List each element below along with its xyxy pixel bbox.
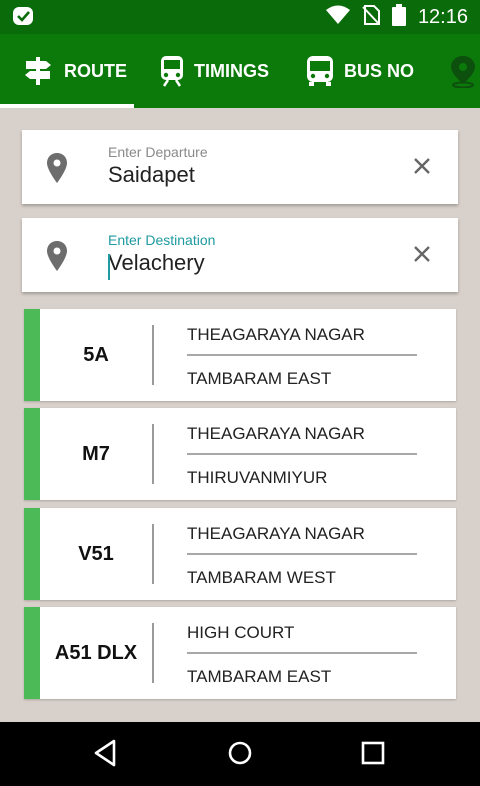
clear-destination-icon[interactable] [412, 244, 432, 269]
back-icon[interactable] [92, 738, 118, 773]
text-cursor [108, 254, 110, 280]
departure-label: Enter Departure [108, 144, 208, 160]
location-pin-icon [46, 152, 68, 189]
route-destination: THIRUVANMIYUR [187, 468, 328, 487]
no-sim-icon [362, 4, 380, 30]
route-separator [187, 453, 417, 455]
route-card[interactable]: A51 DLX HIGH COURT TAMBARAM EAST [24, 607, 456, 699]
signpost-icon [22, 55, 54, 87]
status-time: 12:16 [417, 5, 468, 28]
route-divider [152, 623, 154, 683]
tab-map[interactable] [448, 34, 478, 108]
tab-timings[interactable]: TIMINGS [160, 34, 269, 108]
wifi-icon [325, 5, 350, 30]
tab-route-label: ROUTE [64, 60, 127, 81]
tab-bar: ROUTE TIMINGS BUS NO [0, 34, 480, 108]
recents-icon[interactable] [360, 738, 386, 773]
destination-label: Enter Destination [108, 232, 216, 248]
route-number: M7 [82, 442, 110, 465]
destination-field[interactable]: Enter Destination Velachery [22, 218, 458, 292]
route-destination: TAMBARAM EAST [187, 667, 332, 686]
tab-bus-no[interactable]: BUS NO [306, 34, 414, 108]
route-card[interactable]: V51 THEAGARAYA NAGAR TAMBARAM WEST [24, 508, 456, 600]
battery-icon [391, 3, 406, 31]
route-separator [187, 354, 417, 356]
departure-field[interactable]: Enter Departure Saidapet [22, 130, 458, 204]
route-divider [152, 524, 154, 584]
route-separator [187, 652, 417, 654]
bus-icon [306, 55, 334, 87]
tab-bus-no-label: BUS NO [344, 60, 415, 81]
route-separator [187, 553, 417, 555]
departure-input[interactable]: Saidapet [108, 162, 195, 188]
train-icon [160, 55, 184, 87]
route-card[interactable]: 5A THEAGARAYA NAGAR TAMBARAM EAST [24, 309, 456, 401]
route-accent-bar [24, 309, 40, 401]
app-check-icon [12, 6, 36, 33]
route-origin: THEAGARAYA NAGAR [187, 524, 365, 543]
home-icon[interactable] [226, 738, 254, 773]
route-destination: TAMBARAM WEST [187, 568, 336, 587]
route-number: A51 DLX [54, 641, 138, 664]
route-number: 5A [83, 343, 109, 366]
route-accent-bar [24, 508, 40, 600]
tab-route[interactable]: ROUTE [22, 34, 127, 108]
route-accent-bar [24, 408, 40, 500]
route-search-content: Enter Departure Saidapet Enter Destinati… [0, 108, 480, 722]
route-origin: THEAGARAYA NAGAR [187, 424, 365, 443]
status-bar: 12:16 [0, 0, 480, 34]
route-origin: HIGH COURT [187, 623, 295, 642]
route-destination: TAMBARAM EAST [187, 369, 332, 388]
route-divider [152, 424, 154, 484]
route-card[interactable]: M7 THEAGARAYA NAGAR THIRUVANMIYUR [24, 408, 456, 500]
map-pin-icon [448, 54, 478, 88]
tab-timings-label: TIMINGS [194, 60, 269, 81]
route-divider [152, 325, 154, 385]
route-number: V51 [78, 542, 114, 565]
location-pin-icon [46, 240, 68, 277]
destination-input[interactable]: Velachery [108, 250, 205, 276]
system-navigation-bar [0, 722, 480, 786]
route-origin: THEAGARAYA NAGAR [187, 325, 365, 344]
clear-departure-icon[interactable] [412, 156, 432, 181]
route-accent-bar [24, 607, 40, 699]
